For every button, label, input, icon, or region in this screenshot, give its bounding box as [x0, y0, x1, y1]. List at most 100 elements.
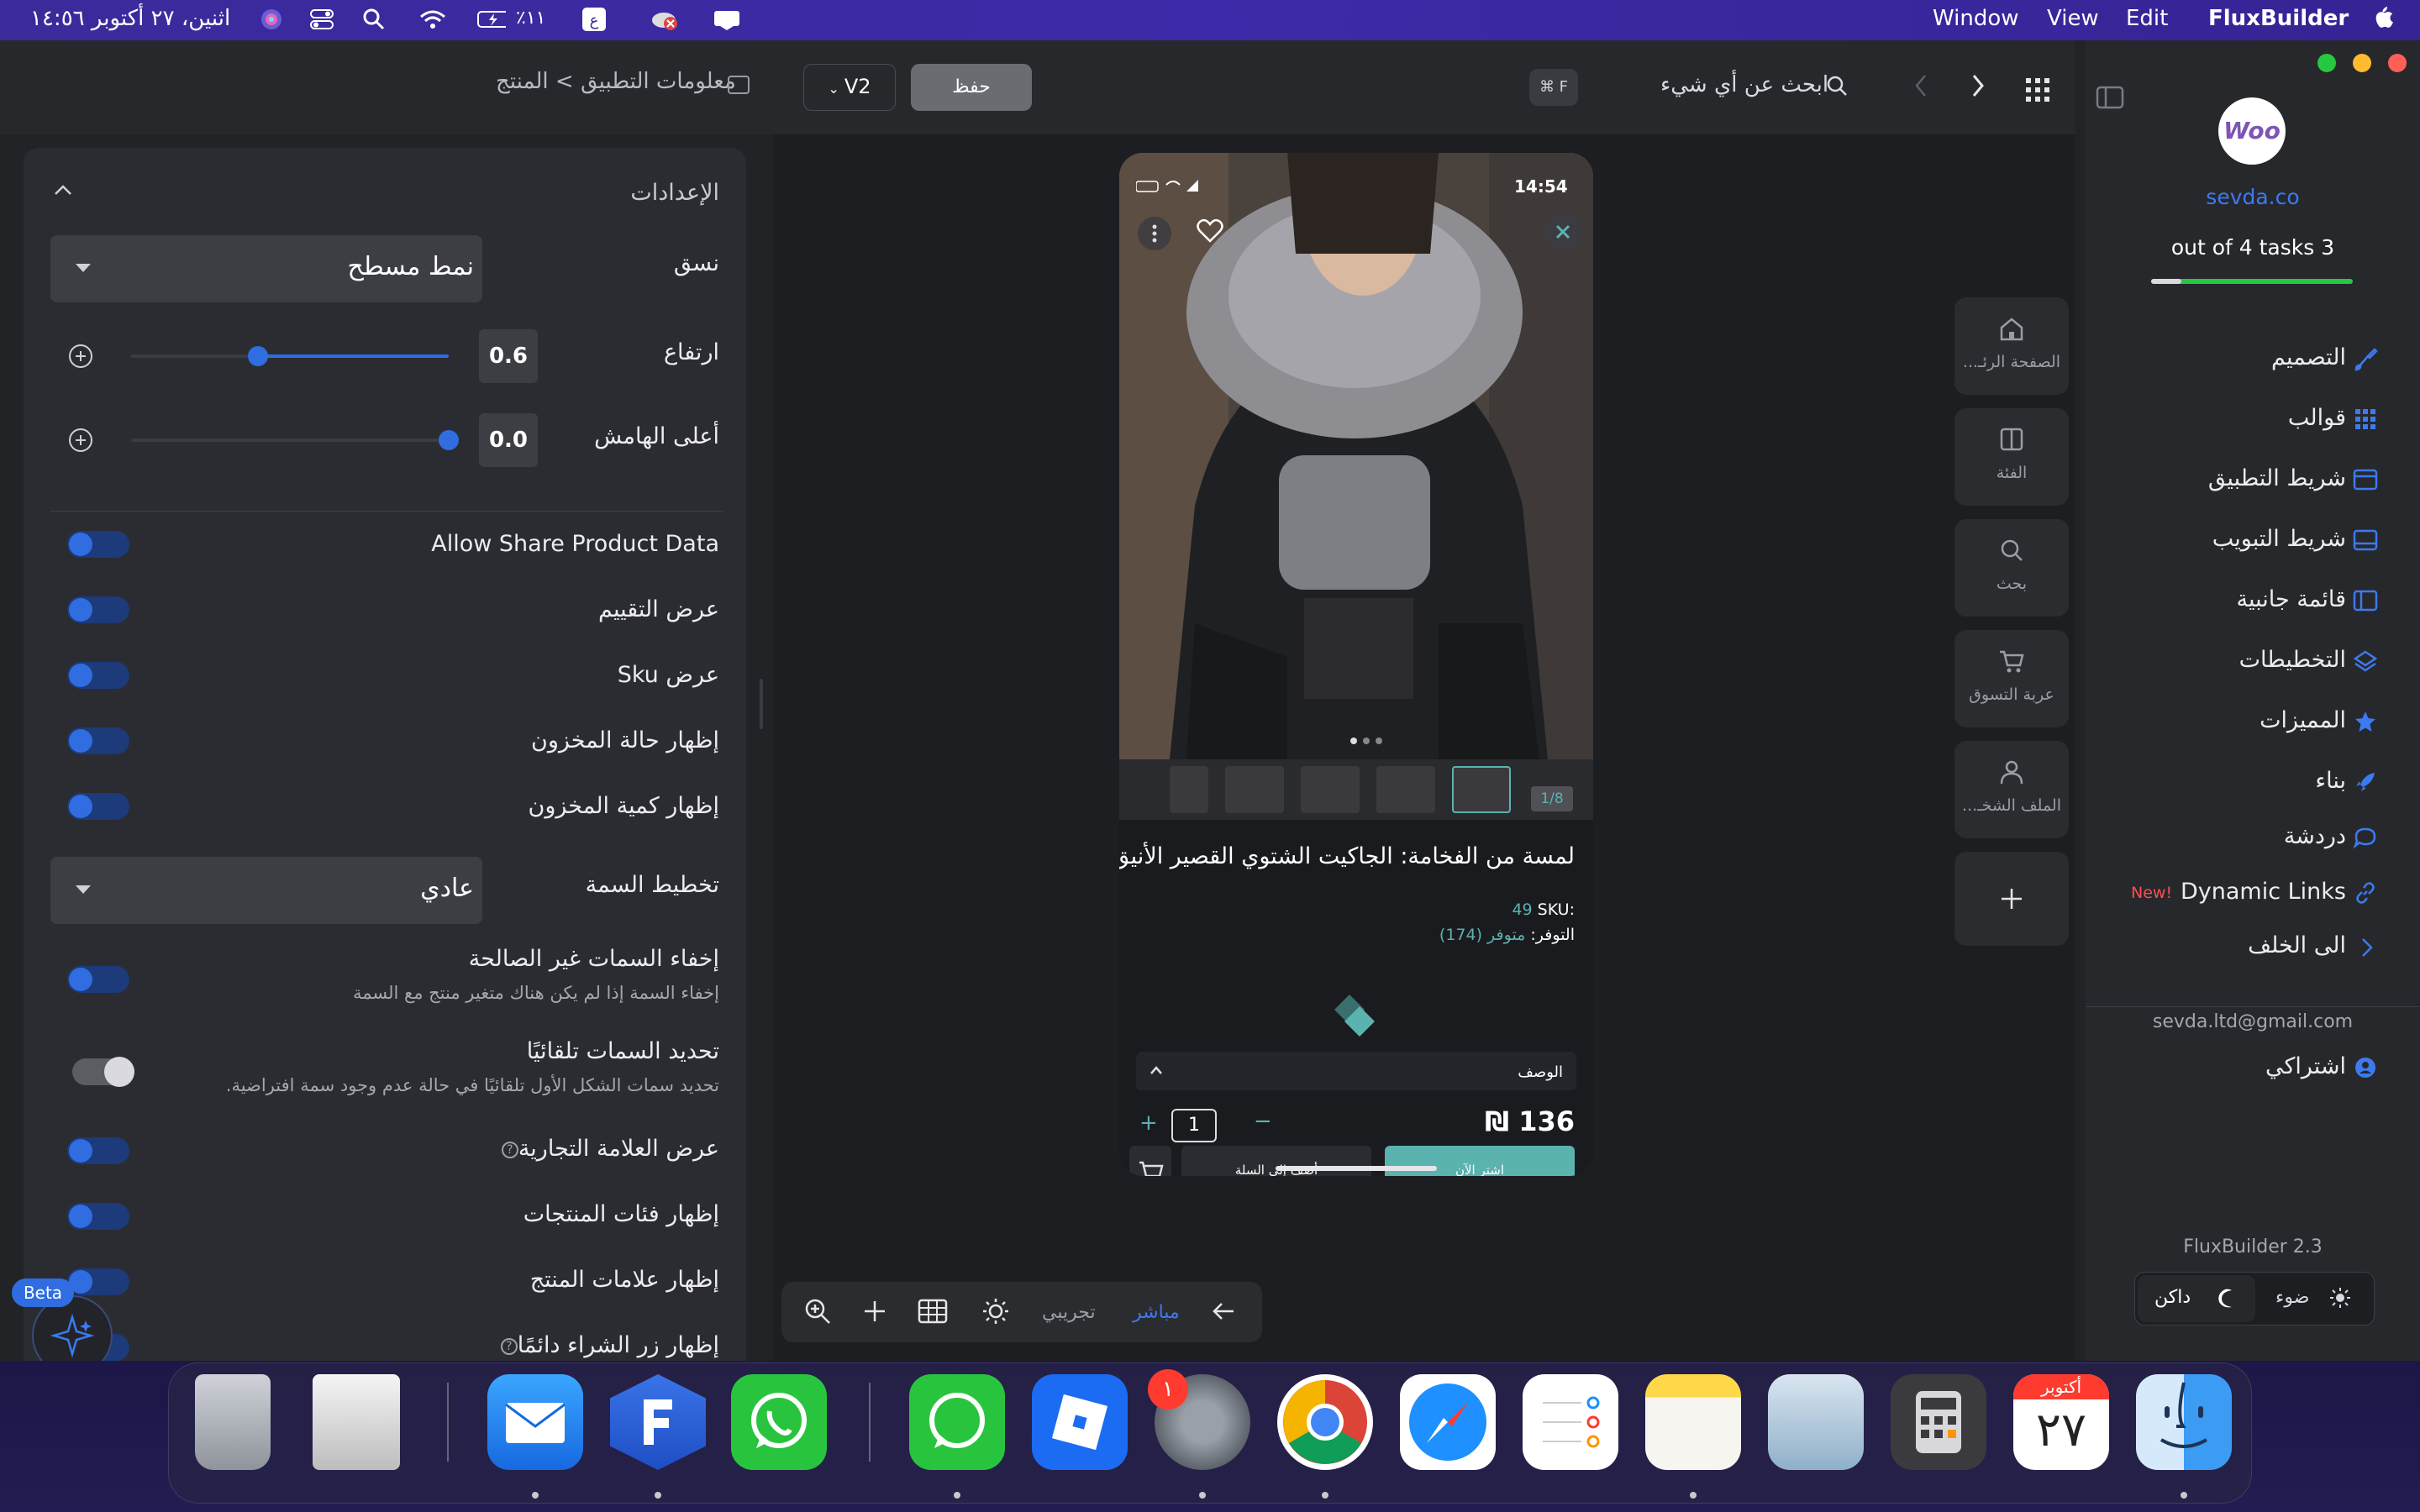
sidebar-item-appbar[interactable]: شريط التطبيق — [2208, 465, 2346, 491]
canvas-nav-search[interactable]: بحث — [1954, 519, 2069, 617]
buy-now-button[interactable]: اشتر الآن — [1385, 1146, 1575, 1176]
save-button[interactable]: حفظ — [911, 64, 1032, 111]
breadcrumb[interactable]: معلومات التطبيق > المنتج — [496, 69, 736, 94]
calendar-dock-icon[interactable]: أكتوبر ٢٧ — [2013, 1374, 2109, 1470]
thumbnail[interactable] — [1170, 766, 1208, 813]
mail-dock-icon[interactable] — [487, 1374, 583, 1470]
toggle-stock-qty[interactable] — [67, 793, 129, 820]
toggle-sku[interactable] — [67, 662, 129, 689]
sidebar-item-features[interactable]: المميزات — [2260, 707, 2346, 733]
sidebar-item-sidemenu[interactable]: قائمة جانبية — [2236, 586, 2346, 612]
sidebar-item-tabbar[interactable]: شريط التبويب — [2212, 526, 2346, 552]
spotlight-icon[interactable] — [360, 5, 388, 34]
dark-theme-button[interactable]: داكن — [2138, 1275, 2255, 1322]
notification-icon[interactable] — [713, 5, 741, 34]
help-icon[interactable]: ? — [501, 1141, 518, 1158]
light-theme-button[interactable]: ضوء — [2259, 1275, 2371, 1322]
thumbnail[interactable] — [1301, 766, 1360, 813]
attr-layout-dropdown[interactable]: عادي — [50, 857, 482, 924]
sidebar-item-back[interactable]: الى الخلف — [2248, 932, 2346, 958]
height-plus-icon[interactable] — [69, 344, 92, 368]
menu-view[interactable]: View — [2047, 6, 2099, 31]
search-icon[interactable] — [1825, 74, 1849, 101]
margin-slider-track[interactable] — [131, 438, 449, 442]
whatsapp-dock-icon[interactable] — [731, 1374, 827, 1470]
thumbnail[interactable] — [1376, 766, 1435, 813]
subscription-link[interactable]: اشتراكي — [2265, 1053, 2346, 1079]
test-mode-tab[interactable]: تجريبي — [1042, 1302, 1096, 1323]
resize-handle[interactable] — [760, 679, 763, 729]
sidebar-item-build[interactable]: بناء — [2315, 768, 2346, 794]
sidebar-item-templates[interactable]: قوالب — [2288, 405, 2346, 431]
apps-grid-icon[interactable] — [2025, 77, 2050, 106]
menu-edit[interactable]: Edit — [2126, 6, 2168, 31]
margin-plus-icon[interactable] — [69, 428, 92, 452]
margin-slider-thumb[interactable] — [439, 430, 459, 450]
toggle-hide-invalid[interactable] — [67, 966, 129, 993]
description-accordion[interactable]: الوصف — [1136, 1052, 1576, 1092]
quantity-stepper[interactable]: + 1 − — [1138, 1109, 1272, 1142]
trash-dock-icon[interactable] — [195, 1374, 271, 1470]
brightness-icon[interactable] — [981, 1297, 1010, 1329]
quantity-minus-icon[interactable]: − — [1254, 1109, 1272, 1134]
live-mode-tab[interactable]: مباشر — [1133, 1302, 1180, 1323]
toggle-auto-select[interactable] — [72, 1057, 134, 1087]
quantity-value[interactable]: 1 — [1171, 1109, 1217, 1142]
cart-button[interactable] — [1129, 1146, 1171, 1176]
tasks-text[interactable]: out of 4 tasks 3 — [2086, 235, 2420, 260]
sidebar-toggle-icon[interactable] — [2096, 86, 2124, 113]
version-selector[interactable]: ⌄ V2 — [803, 64, 896, 111]
margin-value[interactable]: 0.0 — [479, 413, 538, 467]
style-dropdown[interactable]: نمط مسطح — [50, 235, 482, 302]
battery-icon[interactable] — [477, 5, 506, 34]
chrome-dock-icon[interactable] — [1277, 1374, 1373, 1470]
add-to-cart-button[interactable]: أضف إلى السلة — [1181, 1146, 1371, 1176]
whatsapp-dock-icon-2[interactable] — [909, 1374, 1005, 1470]
roblox-dock-icon[interactable] — [1032, 1374, 1128, 1470]
toggle-categories[interactable] — [67, 1203, 129, 1230]
control-center-icon[interactable] — [308, 5, 336, 34]
window-minimize-button[interactable] — [2353, 54, 2371, 72]
toggle-share-product[interactable] — [67, 531, 129, 558]
window-zoom-button[interactable] — [2317, 54, 2336, 72]
canvas-nav-category[interactable]: الفئة — [1954, 408, 2069, 506]
product-image[interactable]: 14:54 — [1119, 153, 1593, 759]
canvas-nav-home[interactable]: الصفحة الرئـ... — [1954, 297, 2069, 395]
back-arrow-icon[interactable] — [1212, 1300, 1237, 1326]
notes-dock-icon[interactable] — [1645, 1374, 1741, 1470]
back-arrow-icon[interactable] — [1912, 72, 1929, 102]
menu-window[interactable]: Window — [1933, 6, 2019, 31]
apple-menu-icon[interactable] — [2371, 3, 2395, 36]
calculator-dock-icon[interactable] — [1891, 1374, 1986, 1470]
more-options-button[interactable] — [1138, 217, 1171, 250]
site-name[interactable]: sevda.co — [2086, 185, 2420, 209]
toggle-stock-status[interactable] — [67, 727, 129, 754]
cloud-sync-icon[interactable] — [649, 5, 677, 34]
wifi-icon[interactable] — [418, 5, 447, 34]
height-value[interactable]: 0.6 — [479, 329, 538, 383]
document-dock-icon[interactable] — [313, 1374, 400, 1470]
sidebar-item-chat[interactable]: دردشة — [2284, 823, 2346, 849]
thumbnail-selected[interactable] — [1452, 766, 1511, 813]
reminders-dock-icon[interactable] — [1523, 1374, 1618, 1470]
sidebar-item-layouts[interactable]: التخطيطات — [2239, 647, 2346, 673]
close-preview-button[interactable] — [1543, 212, 1583, 252]
canvas-nav-cart[interactable]: عربة التسوق — [1954, 630, 2069, 727]
search-input[interactable]: ابحث عن أي شيء — [1660, 72, 1828, 97]
height-slider-thumb[interactable] — [248, 346, 269, 366]
safari-dock-icon[interactable] — [1400, 1374, 1496, 1470]
favorite-heart-icon[interactable] — [1197, 218, 1223, 247]
forward-arrow-icon[interactable] — [1970, 72, 1986, 102]
canvas-nav-profile[interactable]: الملف الشخـ... — [1954, 741, 2069, 838]
toggle-rating[interactable] — [67, 596, 129, 623]
zoom-in-icon[interactable] — [803, 1297, 832, 1329]
preview-dock-icon[interactable] — [1768, 1374, 1864, 1470]
window-close-button[interactable] — [2388, 54, 2407, 72]
add-icon[interactable] — [862, 1299, 887, 1327]
add-tab-button[interactable] — [1954, 852, 2069, 946]
sidebar-item-design[interactable]: التصميم — [2271, 344, 2346, 370]
collapse-chevron-icon[interactable] — [54, 183, 72, 200]
menubar-clock[interactable]: اثنين، ٢٧ أكتوبر ١٤:٥٦ — [30, 6, 230, 31]
thumbnail[interactable] — [1225, 766, 1284, 813]
help-icon[interactable]: ? — [500, 1337, 518, 1355]
